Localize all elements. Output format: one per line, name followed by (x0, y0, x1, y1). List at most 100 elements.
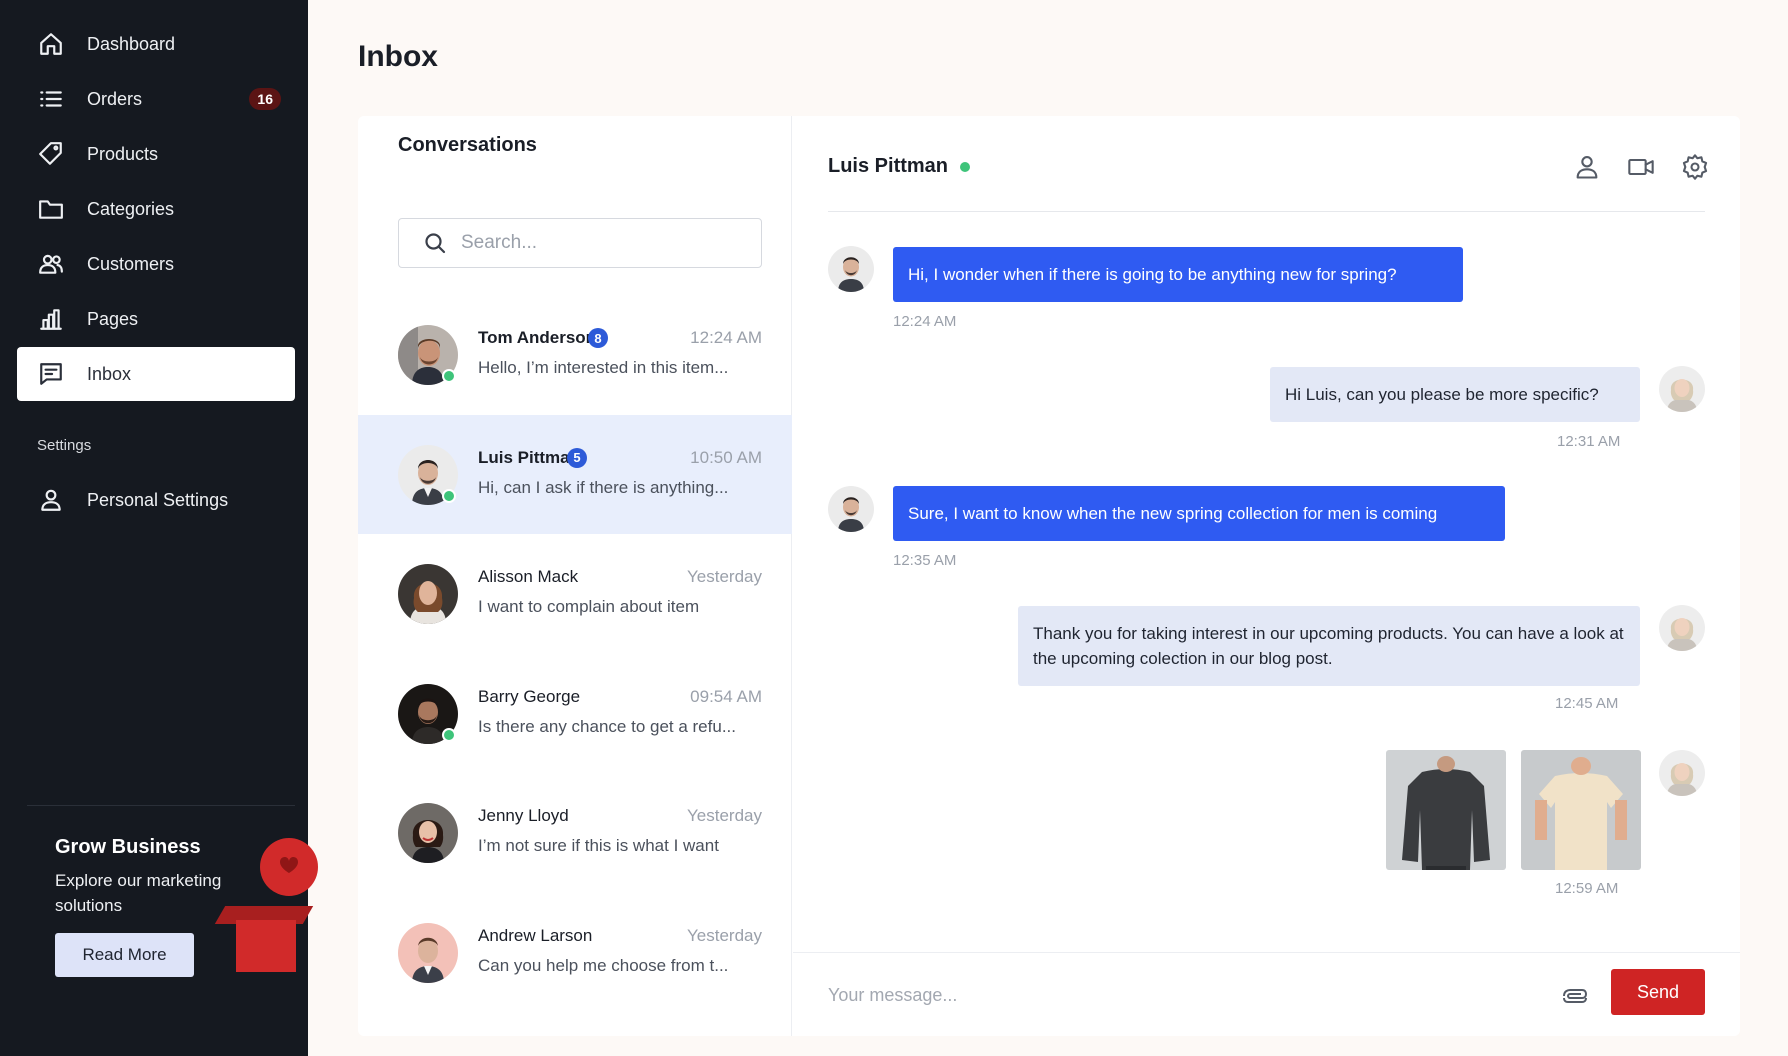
home-icon (37, 30, 65, 58)
online-indicator (442, 727, 456, 742)
promo-divider (27, 805, 295, 806)
avatar (1659, 750, 1705, 796)
message-input[interactable] (828, 979, 1528, 1011)
avatar (1659, 366, 1705, 412)
conversation-name: Jenny Lloyd (478, 806, 569, 825)
message-time: 12:59 AM (1555, 880, 1619, 897)
conversation-time: Yesterday (687, 806, 762, 825)
conversation-item[interactable]: Alisson Mack Yesterday I want to complai… (358, 534, 792, 654)
video-call-button[interactable] (1626, 152, 1656, 182)
tag-icon (37, 140, 65, 168)
online-indicator (442, 369, 456, 383)
heart-icon (260, 838, 318, 896)
users-icon (37, 250, 65, 278)
attachment-image-dark-shirt[interactable] (1386, 750, 1506, 870)
conversation-time: 09:54 AM (690, 686, 762, 706)
inbox-icon (37, 360, 65, 388)
message-bubble-outgoing: Hi Luis, can you please be more specific… (1270, 367, 1640, 422)
settings-nav: Personal Settings (17, 473, 295, 528)
chat-contact-name: Luis Pittman (828, 155, 949, 177)
conversation-list: Tom Anderson 8 12:24 AM Hello, I’m inter… (358, 295, 792, 1012)
sidebar: Dashboard Orders 16 Products Categories … (0, 0, 318, 1056)
conversation-name: Barry George (478, 686, 581, 706)
conversations-title: Conversations (398, 134, 537, 156)
conversation-item[interactable]: Barry George 09:54 AM Is there any chanc… (358, 654, 792, 774)
conversation-time: 10:50 AM (690, 447, 762, 467)
sidebar-item-label: Orders (87, 88, 143, 109)
profile-button[interactable] (1572, 152, 1602, 182)
promo-title: Grow Business (55, 836, 201, 858)
online-indicator (442, 488, 456, 503)
chat-header-divider (828, 211, 1705, 212)
sidebar-item-personal-settings[interactable]: Personal Settings (17, 473, 295, 527)
conversation-name: Tom Anderson (478, 328, 597, 347)
search-icon (425, 233, 446, 254)
avatar (398, 803, 458, 863)
chat-settings-button[interactable] (1680, 152, 1710, 182)
conversation-preview: I want to complain about item (478, 597, 700, 616)
message-bubble-incoming: Sure, I want to know when the new spring… (893, 486, 1505, 541)
avatar (828, 246, 874, 292)
chat-panel: Luis Pittman Hi, I wonder when if there … (793, 116, 1740, 1036)
conversation-name: Andrew Larson (478, 925, 593, 945)
gear-icon (1682, 154, 1708, 180)
message-time: 12:24 AM (893, 313, 957, 330)
video-icon (1628, 158, 1654, 176)
gift-box-illustration (236, 920, 296, 972)
conversation-preview: Can you help me choose from t... (478, 955, 729, 975)
avatar (398, 922, 458, 983)
conversation-time: Yesterday (687, 925, 762, 945)
settings-heading: Settings (37, 437, 92, 454)
conversation-name: Alisson Mack (478, 567, 579, 586)
send-button[interactable]: Send (1611, 969, 1705, 1015)
conversation-preview: Hello, I’m interested in this item... (478, 358, 729, 377)
sidebar-item-orders[interactable]: Orders 16 (17, 72, 295, 126)
conversations-panel: Conversations Tom Anderson 8 12:24 AM He… (358, 116, 792, 1036)
avatar (398, 564, 458, 624)
sidebar-nav: Dashboard Orders 16 Products Categories … (17, 17, 295, 402)
message-time: 12:45 AM (1555, 695, 1619, 712)
paperclip-icon (1563, 989, 1588, 1003)
list-icon (37, 85, 65, 113)
sidebar-item-categories[interactable]: Categories (17, 182, 295, 236)
message-bubble-outgoing: Thank you for taking interest in our upc… (1018, 606, 1640, 686)
conversation-item[interactable]: Tom Anderson 8 12:24 AM Hello, I’m inter… (358, 295, 792, 415)
conversation-item[interactable]: Andrew Larson Yesterday Can you help me … (358, 893, 792, 1013)
chart-icon (37, 305, 65, 333)
sidebar-item-label: Categories (87, 198, 175, 219)
search-box (398, 218, 762, 268)
folder-icon (37, 195, 65, 223)
sidebar-item-label: Inbox (87, 363, 132, 384)
attachment-image-cream-tshirt[interactable] (1521, 750, 1641, 870)
sidebar-item-label: Pages (87, 308, 139, 329)
conversation-name: Luis Pittman (478, 447, 581, 467)
message-bubble-incoming: Hi, I wonder when if there is going to b… (893, 247, 1463, 302)
conversation-preview: I’m not sure if this is what I want (478, 836, 719, 855)
message-composer: Send (793, 952, 1740, 1036)
attach-button[interactable] (1559, 981, 1589, 1011)
sidebar-item-customers[interactable]: Customers (17, 237, 295, 291)
avatar (828, 486, 874, 532)
sidebar-item-label: Personal Settings (87, 489, 229, 510)
conversation-item[interactable]: Luis Pittman 5 10:50 AM Hi, can I ask if… (358, 414, 792, 534)
search-input[interactable] (461, 232, 741, 254)
orders-count-badge: 16 (249, 88, 281, 110)
read-more-button[interactable]: Read More (55, 933, 194, 977)
sidebar-item-label: Customers (87, 253, 175, 274)
avatar (1659, 605, 1705, 651)
conversation-item[interactable]: Jenny Lloyd Yesterday I’m not sure if th… (358, 773, 792, 893)
online-indicator (960, 162, 970, 172)
sidebar-item-dashboard[interactable]: Dashboard (17, 17, 295, 71)
message-time: 12:31 AM (1557, 433, 1621, 450)
unread-badge: 8 (588, 328, 608, 348)
sidebar-item-products[interactable]: Products (17, 127, 295, 181)
chat-actions (1572, 152, 1710, 182)
sidebar-item-label: Dashboard (87, 33, 176, 54)
unread-badge: 5 (567, 447, 587, 468)
page-title: Inbox (358, 40, 438, 73)
inbox-card: Conversations Tom Anderson 8 12:24 AM He… (358, 116, 1740, 1036)
conversation-time: Yesterday (687, 567, 762, 586)
sidebar-item-inbox[interactable]: Inbox (17, 347, 295, 401)
user-icon (37, 486, 65, 514)
sidebar-item-pages[interactable]: Pages (17, 292, 295, 346)
